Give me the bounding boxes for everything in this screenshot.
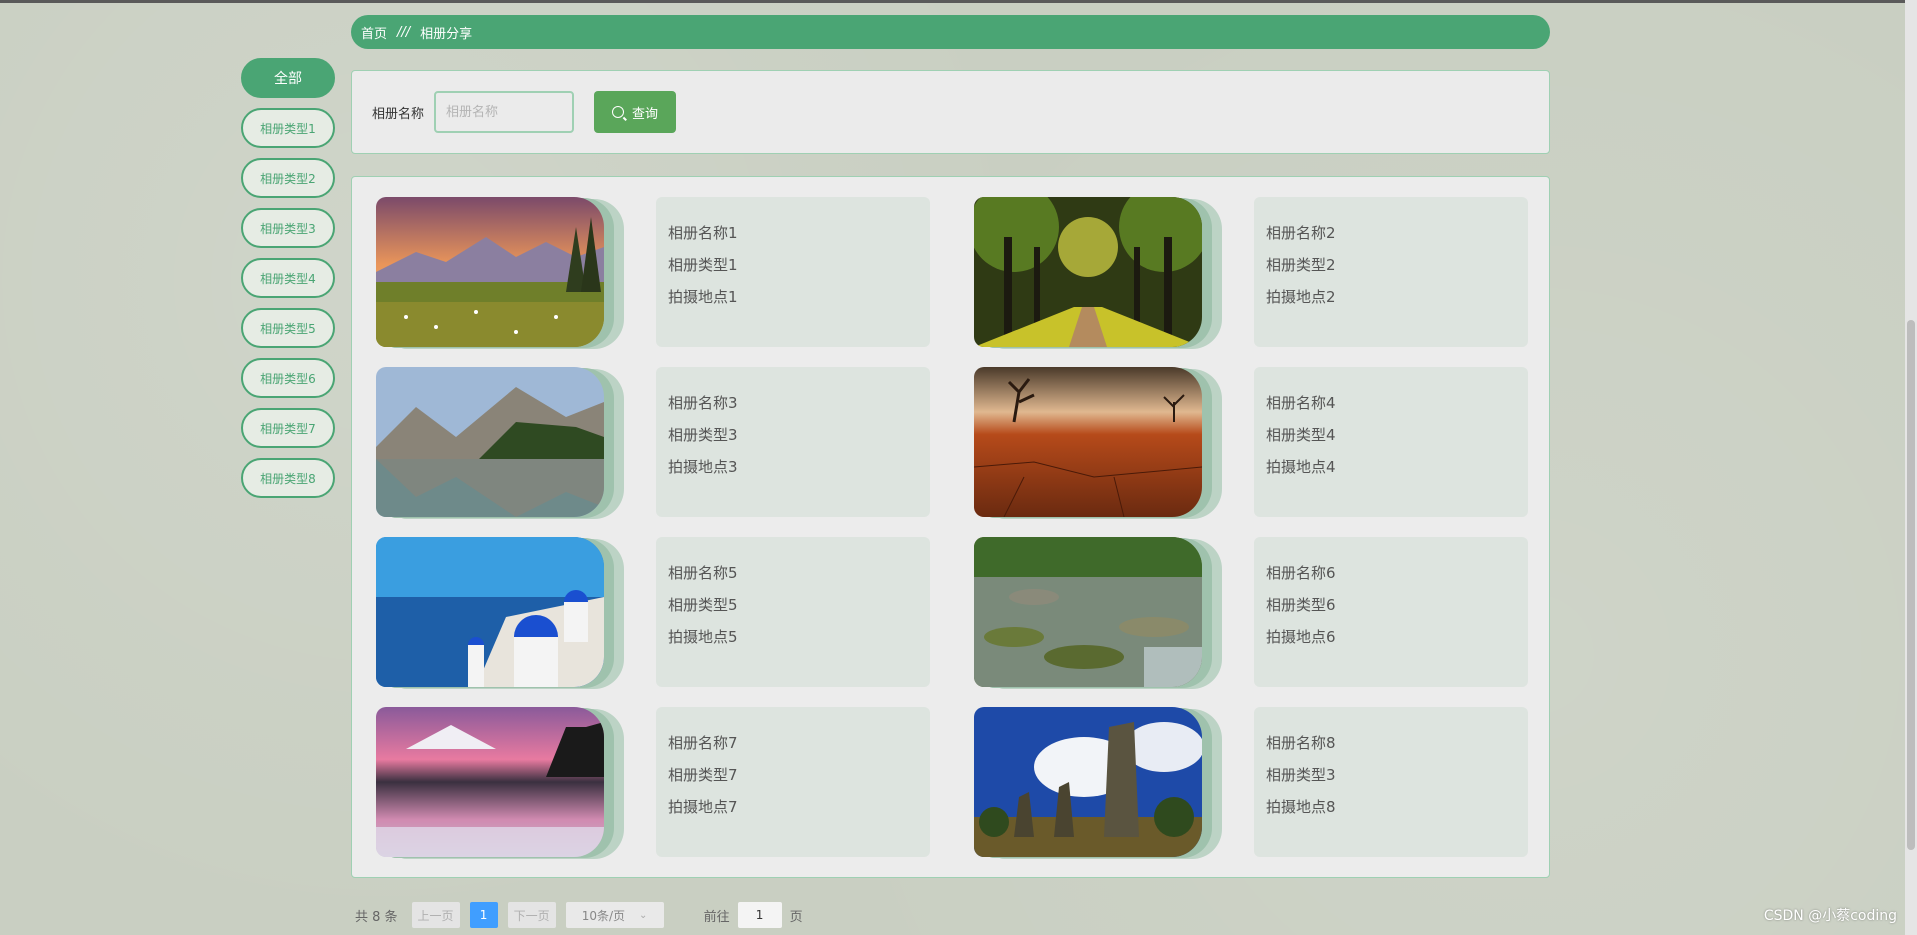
album-location: 拍摄地点1: [668, 288, 738, 306]
pagination-total: 共 8 条: [355, 909, 398, 925]
category-type-6[interactable]: 相册类型6: [241, 358, 335, 398]
album-name: 相册名称2: [1266, 224, 1336, 242]
album-card[interactable]: 相册名称3 相册类型3 拍摄地点3: [376, 367, 956, 519]
category-type-8[interactable]: 相册类型8: [241, 458, 335, 498]
album-info: 相册名称8 相册类型3 拍摄地点8: [1254, 707, 1528, 857]
tree-path-image: [974, 197, 1202, 347]
album-photo[interactable]: [376, 537, 624, 689]
breadcrumb-separator: ///: [397, 24, 411, 40]
album-type: 相册类型3: [668, 426, 738, 444]
album-photo[interactable]: [974, 707, 1222, 859]
next-page-button[interactable]: 下一页: [507, 902, 556, 928]
category-type-3[interactable]: 相册类型3: [241, 208, 335, 248]
album-name: 相册名称1: [668, 224, 738, 242]
breadcrumb-home[interactable]: 首页: [361, 23, 387, 42]
vertical-scrollbar[interactable]: [1905, 0, 1917, 935]
search-button-label: 查询: [632, 106, 659, 122]
album-type: 相册类型6: [1266, 596, 1336, 614]
top-border: [0, 0, 1917, 3]
album-photo[interactable]: [974, 197, 1222, 349]
album-card[interactable]: 相册名称6 相册类型6 拍摄地点6: [974, 537, 1554, 689]
album-card[interactable]: 相册名称8 相册类型3 拍摄地点8: [974, 707, 1554, 859]
category-all[interactable]: 全部: [241, 58, 335, 98]
prev-page-button[interactable]: 上一页: [411, 902, 460, 928]
category-type-4[interactable]: 相册类型4: [241, 258, 335, 298]
album-grid: 相册名称1 相册类型1 拍摄地点1 相册名称2 相册类型2 拍摄地点2 相册名称…: [351, 176, 1550, 878]
category-type-5[interactable]: 相册类型5: [241, 308, 335, 348]
album-info: 相册名称2 相册类型2 拍摄地点2: [1254, 197, 1528, 347]
album-info: 相册名称4 相册类型4 拍摄地点4: [1254, 367, 1528, 517]
santorini-image: [376, 537, 604, 687]
page-size-value: 10条/页: [581, 908, 626, 923]
desert-image: [974, 367, 1202, 517]
album-info: 相册名称1 相册类型1 拍摄地点1: [656, 197, 930, 347]
pink-lake-image: [376, 707, 604, 857]
scrollbar-thumb[interactable]: [1907, 320, 1915, 850]
category-type-1[interactable]: 相册类型1: [241, 108, 335, 148]
goto-label: 前往: [703, 909, 730, 925]
album-type: 相册类型3: [1266, 766, 1336, 784]
album-photo[interactable]: [974, 367, 1222, 519]
mountain-meadow-image: [376, 197, 604, 347]
album-name: 相册名称5: [668, 564, 738, 582]
search-label: 相册名称: [372, 106, 425, 122]
album-info: 相册名称6 相册类型6 拍摄地点6: [1254, 537, 1528, 687]
pagination: 共 8 条 上一页 1 下一页 10条/页 ⌄ 前往 1 页: [355, 902, 803, 928]
album-info: 相册名称7 相册类型7 拍摄地点7: [656, 707, 930, 857]
album-name-input[interactable]: [434, 91, 575, 133]
album-photo[interactable]: [376, 707, 624, 859]
album-location: 拍摄地点4: [1266, 458, 1336, 476]
page-size-select[interactable]: 10条/页 ⌄: [565, 902, 664, 928]
page-unit-label: 页: [789, 909, 803, 925]
album-type: 相册类型5: [668, 596, 738, 614]
album-location: 拍摄地点8: [1266, 798, 1336, 816]
album-location: 拍摄地点6: [1266, 628, 1336, 646]
album-name: 相册名称8: [1266, 734, 1336, 752]
album-name: 相册名称4: [1266, 394, 1336, 412]
stream-image: [974, 537, 1202, 687]
mountain-lake-image: [376, 367, 604, 517]
album-name: 相册名称3: [668, 394, 738, 412]
rock-pillars-image: [974, 707, 1202, 857]
chevron-down-icon: ⌄: [639, 909, 648, 921]
album-name: 相册名称7: [668, 734, 738, 752]
album-type: 相册类型7: [668, 766, 738, 784]
breadcrumb: 首页 /// 相册分享: [351, 15, 1550, 49]
album-info: 相册名称5 相册类型5 拍摄地点5: [656, 537, 930, 687]
album-photo[interactable]: [974, 537, 1222, 689]
album-card[interactable]: 相册名称4 相册类型4 拍摄地点4: [974, 367, 1554, 519]
album-type: 相册类型2: [1266, 256, 1336, 274]
album-card[interactable]: 相册名称5 相册类型5 拍摄地点5: [376, 537, 956, 689]
breadcrumb-current: 相册分享: [420, 26, 473, 42]
album-location: 拍摄地点5: [668, 628, 738, 646]
album-card[interactable]: 相册名称1 相册类型1 拍摄地点1: [376, 197, 956, 349]
album-photo[interactable]: [376, 197, 624, 349]
goto-page-input[interactable]: 1: [737, 902, 782, 928]
category-sidebar: 全部 相册类型1 相册类型2 相册类型3 相册类型4 相册类型5 相册类型6 相…: [241, 58, 335, 508]
search-panel: 相册名称 查询: [351, 70, 1550, 154]
album-card[interactable]: 相册名称7 相册类型7 拍摄地点7: [376, 707, 956, 859]
album-type: 相册类型1: [668, 256, 738, 274]
category-type-7[interactable]: 相册类型7: [241, 408, 335, 448]
category-type-2[interactable]: 相册类型2: [241, 158, 335, 198]
album-card[interactable]: 相册名称2 相册类型2 拍摄地点2: [974, 197, 1554, 349]
album-location: 拍摄地点7: [668, 798, 738, 816]
album-location: 拍摄地点2: [1266, 288, 1336, 306]
album-info: 相册名称3 相册类型3 拍摄地点3: [656, 367, 930, 517]
album-location: 拍摄地点3: [668, 458, 738, 476]
search-button[interactable]: 查询: [594, 91, 677, 133]
watermark: CSDN @小蔡coding: [1763, 908, 1897, 924]
search-icon: [612, 106, 624, 118]
page-number-1[interactable]: 1: [469, 902, 498, 928]
album-type: 相册类型4: [1266, 426, 1336, 444]
album-photo[interactable]: [376, 367, 624, 519]
album-name: 相册名称6: [1266, 564, 1336, 582]
